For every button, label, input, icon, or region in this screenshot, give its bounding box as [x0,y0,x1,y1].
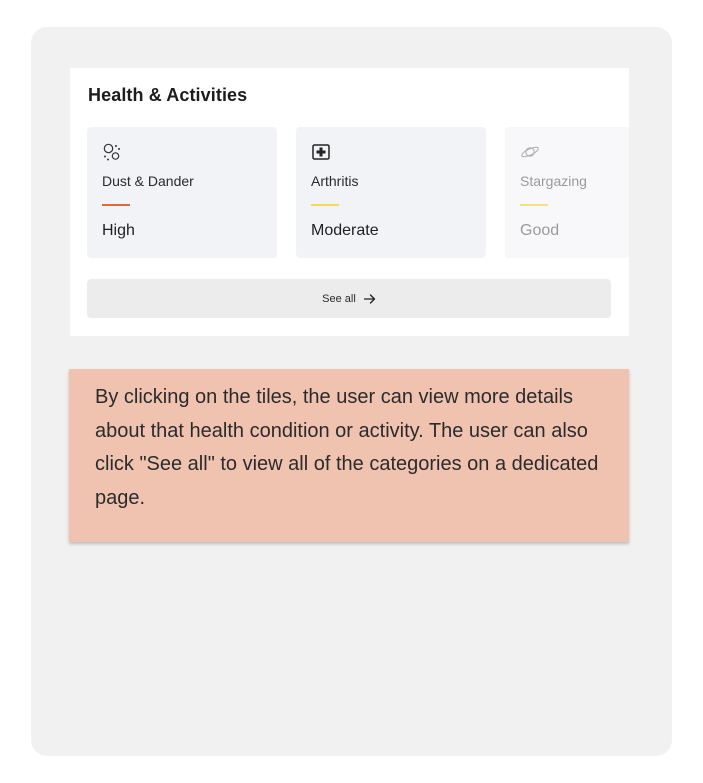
tile-level: Good [520,222,560,239]
severity-bar [520,204,548,206]
planet-icon [521,146,539,158]
tile-level: High [102,222,135,239]
annotation-text: By clicking on the tiles, the user can v… [95,386,599,509]
see-all-label: See all [322,292,356,305]
medical-cross-icon [312,144,330,160]
tile-arthritis[interactable]: Arthritis Moderate [296,127,486,258]
arrow-right-icon [363,293,375,304]
tile-level: Moderate [311,222,379,239]
severity-bar [311,204,339,206]
tile-stargazing[interactable]: Stargazing Good [505,127,629,258]
health-activities-card: Health & Activities Dust & Dander High A… [70,68,629,336]
severity-bar [102,204,130,206]
tile-name: Stargazing [520,173,587,189]
tile-dust-dander[interactable]: Dust & Dander High [87,127,277,258]
see-all-button[interactable]: See all [87,279,611,318]
allergens-icon [103,143,120,161]
annotation-note: By clicking on the tiles, the user can v… [69,369,629,542]
tile-name: Dust & Dander [102,173,194,189]
section-title: Health & Activities [88,85,248,105]
tile-name: Arthritis [311,173,359,189]
